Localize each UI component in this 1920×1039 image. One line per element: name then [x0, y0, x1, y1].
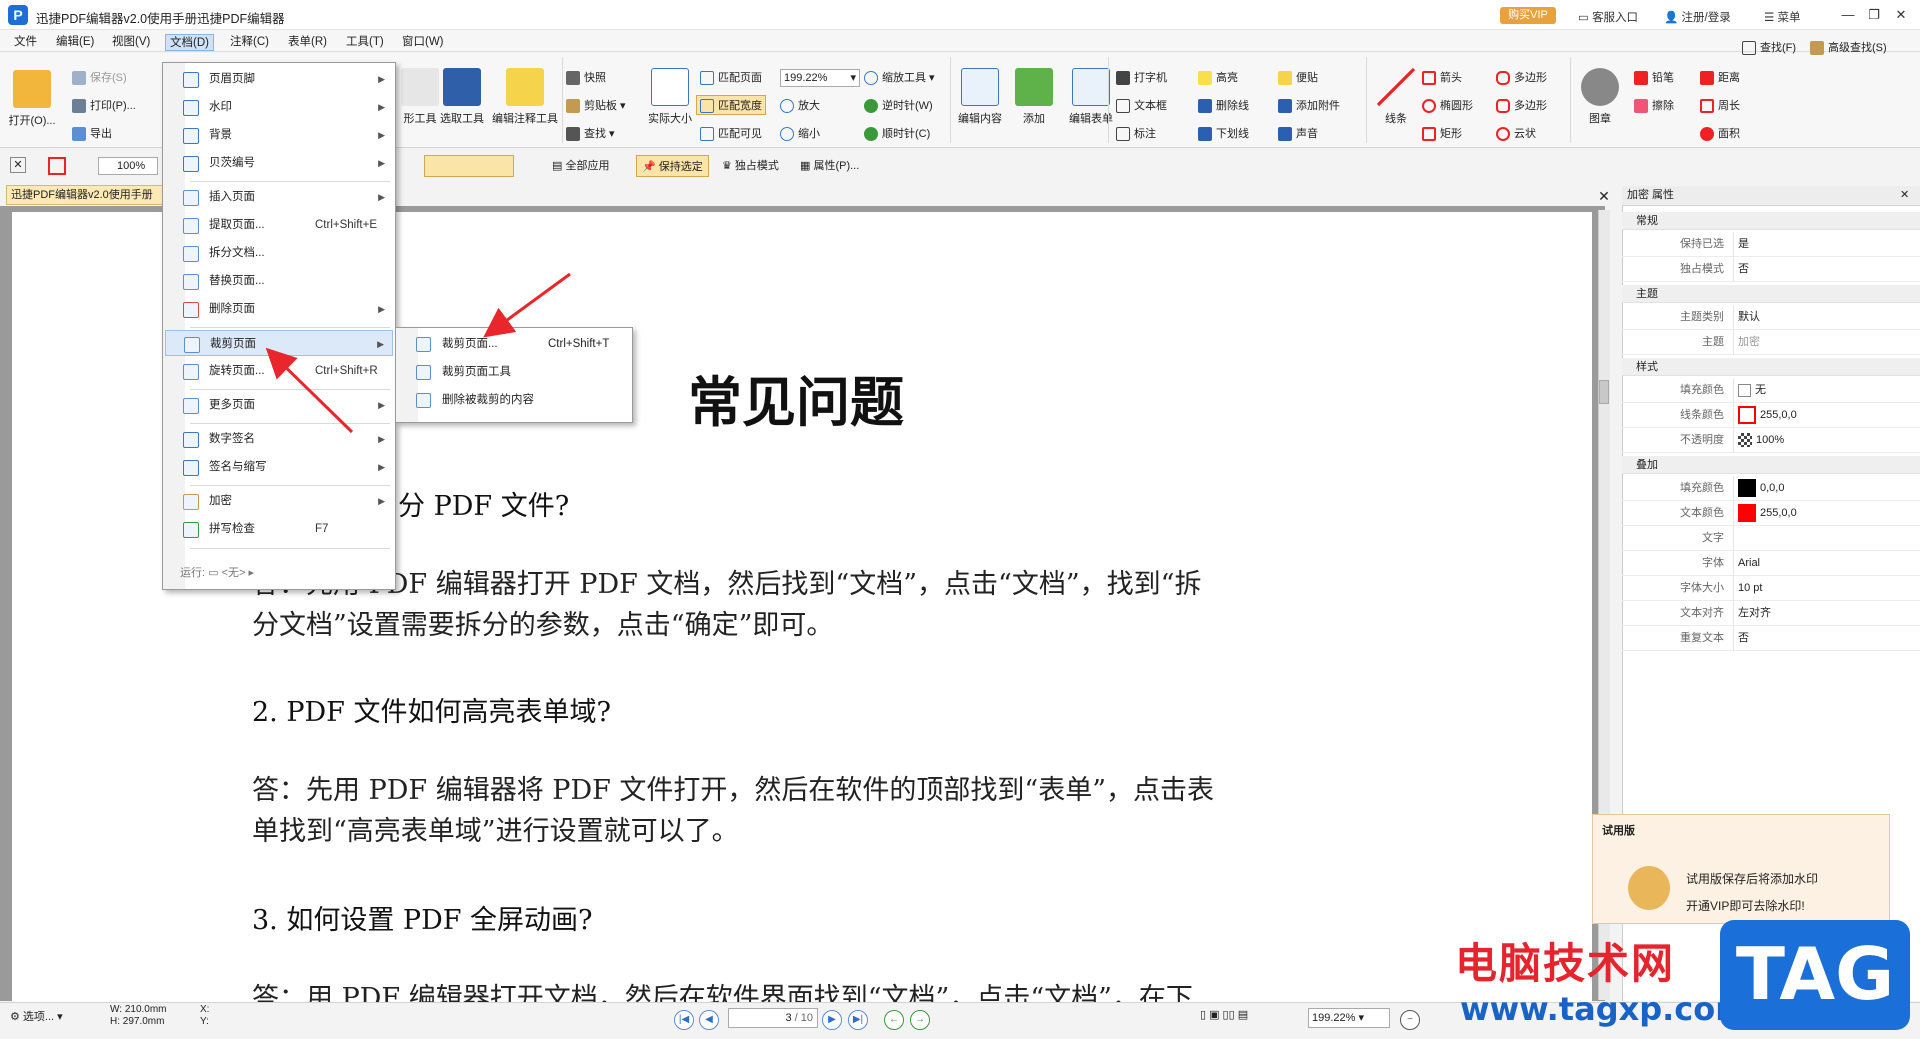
- arrow-to-crop-page-item: [483, 272, 571, 338]
- annotation-arrows: [265, 272, 571, 434]
- arrow-to-crop-page-menu: [265, 347, 354, 434]
